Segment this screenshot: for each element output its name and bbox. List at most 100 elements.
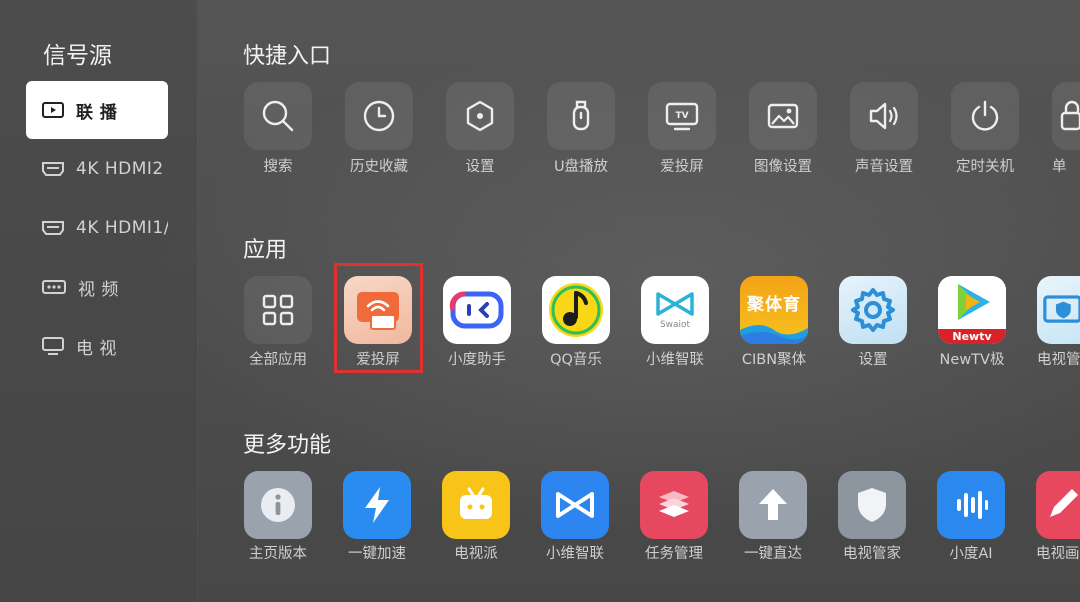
xiaodu-icon: [449, 291, 504, 329]
quick-tile-timer-off[interactable]: [951, 82, 1019, 150]
quick-label: 图像设置: [754, 159, 812, 175]
info-icon: [261, 488, 295, 522]
more-tile-speedup[interactable]: [343, 471, 411, 539]
search-icon: [262, 100, 294, 132]
quick-label: 声音设置: [855, 159, 913, 175]
quick-label: 历史收藏: [350, 159, 408, 175]
quick-label: 搜索: [263, 159, 293, 175]
more-label: 任务管理: [645, 546, 703, 562]
tv-pie-icon: [460, 487, 492, 519]
gear-icon: [851, 288, 895, 332]
newtv-icon: [958, 284, 990, 320]
source-item-hdmi2[interactable]: 4K HDMI2: [26, 140, 168, 198]
source-item-label: 电 视: [76, 338, 117, 359]
power-icon: [971, 100, 999, 131]
shield-icon: [858, 488, 886, 522]
qq-music-icon: [549, 283, 603, 337]
swaiot-badge: Swaiot: [659, 320, 691, 330]
quick-row: 搜索 历史收藏 设置 U盘播放 TV 爱投屏 图像设置 声音设置 定时关机 单: [244, 82, 1080, 192]
more-tile-tvpie[interactable]: [442, 471, 510, 539]
app-tile-all-apps[interactable]: [244, 276, 312, 344]
quick-tile-search[interactable]: [244, 82, 312, 150]
app-label: QQ音乐: [550, 352, 602, 368]
app-label: 全部应用: [249, 352, 307, 368]
more-label: 主页版本: [249, 546, 307, 562]
app-tile-swaiot[interactable]: Swaiot: [641, 276, 709, 344]
swaiot-icon: [656, 292, 694, 316]
app-label: CIBN聚体: [741, 352, 807, 368]
quick-label: 设置: [465, 159, 495, 175]
app-label: NewTV极: [939, 352, 1005, 368]
more-label: 一键直达: [744, 546, 802, 562]
source-item-label: 4K HDMI2: [76, 159, 164, 179]
more-label: 一键加速: [348, 546, 406, 562]
source-item-label: 视 频: [78, 279, 119, 300]
tv-icon: [42, 337, 64, 355]
hexagon-settings-icon: [466, 100, 494, 132]
app-tile-xiaodu[interactable]: [443, 276, 511, 344]
image-icon: [767, 103, 799, 129]
hdmi-icon: [42, 221, 64, 235]
usb-drive-icon: [572, 100, 590, 131]
swaiot-bow-icon: [556, 492, 594, 518]
more-section-title: 更多功能: [243, 433, 332, 458]
source-item-label: 联 播: [76, 102, 118, 123]
quick-tile-usb[interactable]: [547, 82, 615, 150]
quick-label: U盘播放: [553, 159, 609, 175]
more-label: 电视派: [454, 546, 498, 562]
app-label: 电视管: [1037, 352, 1080, 368]
source-item-tv[interactable]: 电 视: [26, 317, 168, 375]
quick-label: 定时关机: [956, 159, 1014, 175]
svg-text:TV: TV: [675, 111, 688, 121]
tv-cast-icon: TV: [665, 102, 699, 131]
apps-section-title: 应用: [243, 238, 288, 263]
source-item-hdmi1[interactable]: 4K HDMI1/A: [26, 199, 168, 257]
cibn-sports-icon: [740, 325, 808, 344]
source-item-label: 4K HDMI1/A: [76, 218, 168, 238]
sidebar-title: 信号源: [43, 43, 112, 69]
app-label: 设置: [858, 352, 888, 368]
quick-tile-image[interactable]: [749, 82, 817, 150]
app-label: 小度助手: [448, 352, 506, 368]
more-label: 小维智联: [546, 546, 604, 562]
app-tile-settings[interactable]: [839, 276, 907, 344]
quick-section-title: 快捷入口: [243, 44, 332, 69]
more-row: 主页版本 一键加速 电视派 小维智联 任务管理 一键直达 电视管家 小度AI 电…: [244, 471, 1080, 581]
more-tile-tasks[interactable]: [640, 471, 708, 539]
video-connector-icon: [42, 280, 66, 294]
clock-icon: [363, 100, 395, 132]
app-tile-tv-manager-partial[interactable]: [1037, 276, 1080, 344]
app-tile-newtv[interactable]: Newtv: [938, 276, 1006, 344]
source-item-live[interactable]: 联 播: [26, 81, 168, 139]
quick-label: 单: [1052, 159, 1067, 175]
app-tile-qq-music[interactable]: [542, 276, 610, 344]
quick-tile-sound[interactable]: [850, 82, 918, 150]
more-tile-version[interactable]: [244, 471, 312, 539]
layers-icon: [659, 491, 689, 517]
more-tile-tv-paint-partial[interactable]: [1036, 471, 1080, 539]
app-tile-cibn[interactable]: 聚体育: [740, 276, 808, 344]
more-label: 电视画: [1036, 546, 1080, 562]
focus-highlight-frame: [334, 263, 423, 373]
grid-icon: [262, 294, 294, 326]
play-box-icon: [42, 102, 64, 118]
speaker-icon: [869, 102, 898, 130]
newtv-badge: Newtv: [938, 329, 1006, 344]
shield-app-icon: [1043, 295, 1080, 323]
source-item-video[interactable]: 视 频: [26, 258, 168, 316]
source-sidebar: 信号源 联 播 4K HDMI2 4K HDMI1/A 视 频: [0, 0, 198, 602]
quick-tile-history[interactable]: [345, 82, 413, 150]
quick-tile-settings[interactable]: [446, 82, 514, 150]
more-tile-xiaodu-ai[interactable]: [937, 471, 1005, 539]
app-label: 小维智联: [646, 352, 704, 368]
more-tile-swaiot[interactable]: [541, 471, 609, 539]
lock-icon: [1060, 100, 1080, 131]
arrow-up-icon: [759, 489, 787, 520]
more-label: 小度AI: [949, 546, 993, 562]
quick-tile-partial[interactable]: [1052, 82, 1080, 150]
more-tile-direct[interactable]: [739, 471, 807, 539]
more-tile-tv-manager[interactable]: [838, 471, 906, 539]
more-label: 电视管家: [843, 546, 901, 562]
voice-wave-icon: [957, 491, 988, 519]
quick-tile-cast[interactable]: TV: [648, 82, 716, 150]
